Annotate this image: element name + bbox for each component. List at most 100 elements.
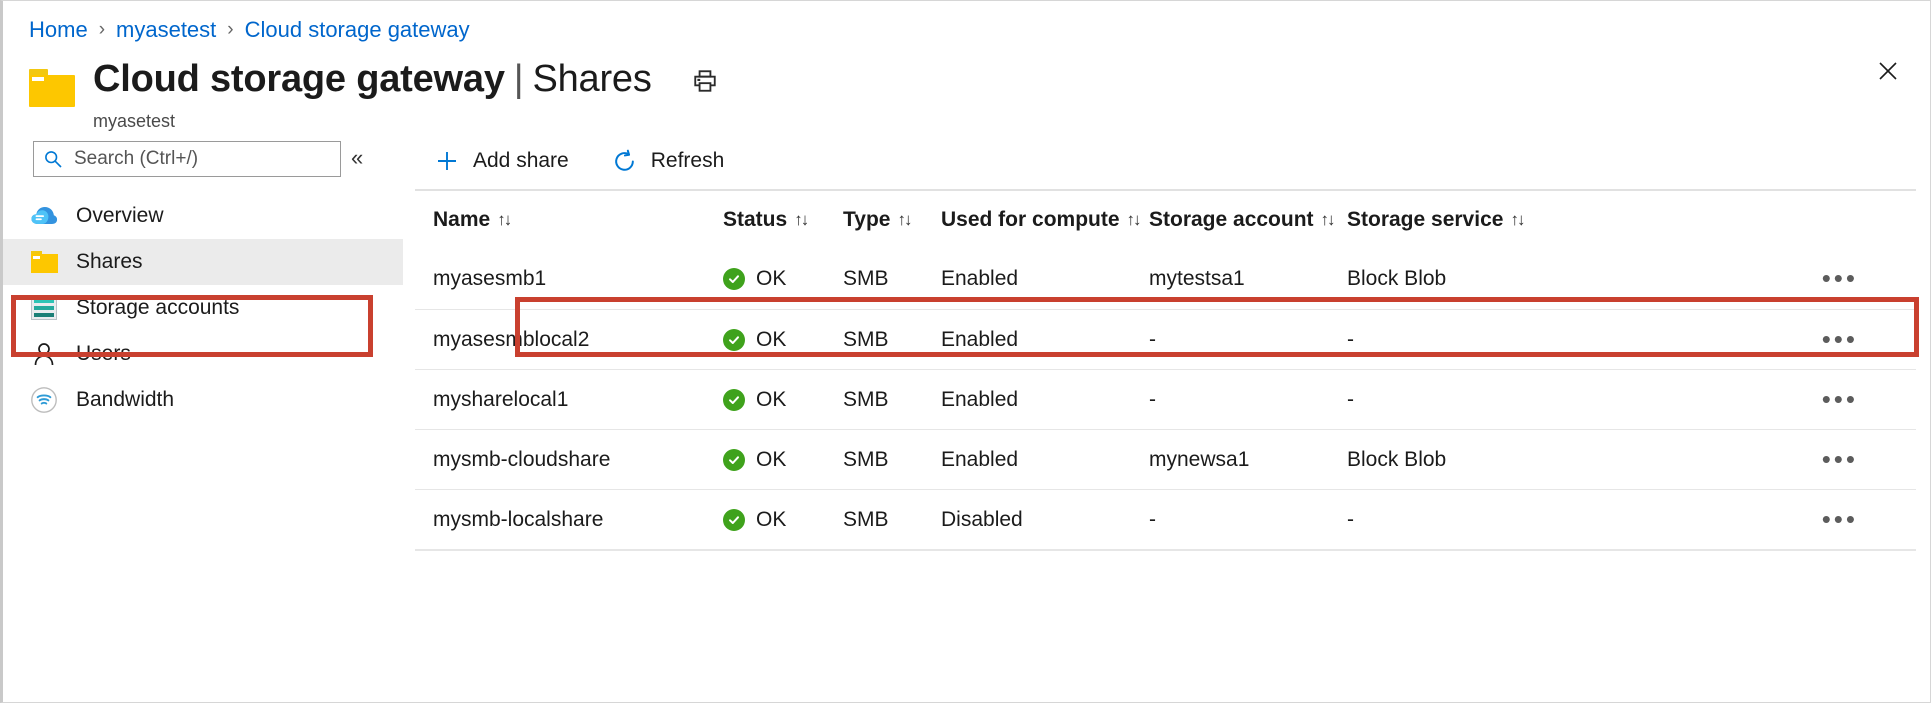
search-input[interactable] [72, 147, 331, 171]
sidebar-item-overview[interactable]: Overview [3, 193, 403, 239]
column-header-label: Status [723, 208, 787, 232]
sidebar-item-label: Storage accounts [76, 296, 239, 320]
row-context-menu-button[interactable]: ••• [1822, 332, 1858, 348]
cell-used-for-compute: Enabled [941, 388, 1149, 412]
table-row[interactable]: mysmb-cloudshareOKSMBEnabledmynewsa1Bloc… [415, 429, 1916, 489]
close-icon[interactable] [1868, 51, 1908, 91]
sort-icon[interactable]: ↑↓ [1127, 210, 1140, 230]
status-label: OK [756, 448, 786, 472]
cell-used-for-compute: Disabled [941, 508, 1149, 532]
cell-status: OK [723, 448, 843, 472]
cell-actions: ••• [1547, 332, 1916, 348]
portal-blade: Home › myasetest › Cloud storage gateway… [0, 0, 1931, 703]
column-header-status[interactable]: Status ↑↓ [723, 208, 843, 232]
page-title: Cloud storage gateway | Shares [93, 56, 718, 103]
cell-storage-service: - [1347, 388, 1547, 412]
column-header-type[interactable]: Type ↑↓ [843, 208, 941, 232]
cell-used-for-compute: Enabled [941, 267, 1149, 291]
cell-storage-account: - [1149, 328, 1347, 352]
status-ok-icon [723, 509, 745, 531]
breadcrumb-item-myasetest[interactable]: myasetest [116, 17, 216, 43]
row-context-menu-button[interactable]: ••• [1822, 392, 1858, 408]
sort-icon[interactable]: ↑↓ [1510, 210, 1523, 230]
status-ok-icon [723, 449, 745, 471]
column-header-label: Storage account [1149, 208, 1314, 232]
command-toolbar: Add share Refresh [429, 139, 762, 183]
cell-storage-service: Block Blob [1347, 267, 1547, 291]
cell-type: SMB [843, 508, 941, 532]
table-row[interactable]: myasesmblocal2OKSMBEnabled--••• [415, 309, 1916, 369]
add-share-button[interactable]: Add share [429, 143, 573, 179]
search-icon [43, 149, 63, 169]
column-header-label: Storage service [1347, 208, 1503, 232]
cell-name: myasesmb1 [433, 267, 723, 291]
page-title-section: Shares [532, 59, 651, 100]
row-context-menu-button[interactable]: ••• [1822, 271, 1858, 287]
breadcrumb-separator: › [99, 19, 105, 41]
cell-used-for-compute: Enabled [941, 448, 1149, 472]
sidebar-item-users[interactable]: Users [3, 331, 403, 377]
sort-icon[interactable]: ↑↓ [897, 210, 910, 230]
cell-name: myasesmblocal2 [433, 328, 723, 352]
folder-icon [29, 247, 59, 277]
table-body: myasesmb1OKSMBEnabledmytestsa1Block Blob… [415, 249, 1916, 549]
cell-name: mysharelocal1 [433, 388, 723, 412]
cell-name: mysmb-localshare [433, 508, 723, 532]
breadcrumb-item-home[interactable]: Home [29, 17, 88, 43]
column-header-label: Used for compute [941, 208, 1120, 232]
table-row[interactable]: mysharelocal1OKSMBEnabled--••• [415, 369, 1916, 429]
refresh-icon [611, 147, 639, 175]
user-icon [29, 339, 59, 369]
sidebar-nav-list: Overview Shares Storage accounts [3, 193, 403, 423]
cell-storage-account: mytestsa1 [1149, 267, 1347, 291]
row-context-menu-button[interactable]: ••• [1822, 512, 1858, 528]
sidebar-item-label: Shares [76, 250, 143, 274]
column-header-storage-account[interactable]: Storage account ↑↓ [1149, 208, 1347, 232]
refresh-button[interactable]: Refresh [607, 143, 729, 179]
cell-actions: ••• [1547, 392, 1916, 408]
sidebar-item-shares[interactable]: Shares [3, 239, 403, 285]
search-box[interactable] [33, 141, 341, 177]
refresh-label: Refresh [651, 149, 725, 173]
storage-icon [29, 293, 59, 323]
column-header-label: Type [843, 208, 890, 232]
sort-icon[interactable]: ↑↓ [1321, 210, 1334, 230]
cell-status: OK [723, 267, 843, 291]
add-share-label: Add share [473, 149, 569, 173]
table-row[interactable]: myasesmb1OKSMBEnabledmytestsa1Block Blob… [415, 249, 1916, 309]
sidebar-item-label: Overview [76, 204, 164, 228]
cell-storage-service: - [1347, 328, 1547, 352]
column-header-storage-service[interactable]: Storage service ↑↓ [1347, 208, 1547, 232]
cell-type: SMB [843, 328, 941, 352]
row-context-menu-button[interactable]: ••• [1822, 452, 1858, 468]
table-row[interactable]: mysmb-localshareOKSMBDisabled--••• [415, 489, 1916, 549]
wifi-icon [29, 385, 59, 415]
page-title-resource: Cloud storage gateway [93, 59, 505, 100]
folder-icon [29, 69, 75, 107]
cell-status: OK [723, 388, 843, 412]
sidebar-item-bandwidth[interactable]: Bandwidth [3, 377, 403, 423]
sort-icon[interactable]: ↑↓ [794, 210, 807, 230]
collapse-sidebar-button[interactable]: « [351, 147, 360, 169]
cell-used-for-compute: Enabled [941, 328, 1149, 352]
breadcrumb-item-cloud-storage-gateway[interactable]: Cloud storage gateway [245, 17, 470, 43]
cell-actions: ••• [1547, 512, 1916, 528]
sidebar-item-label: Users [76, 342, 131, 366]
page-title-block: Cloud storage gateway | Shares myasetest [93, 56, 718, 132]
table-header-row: Name ↑↓ Status ↑↓ Type ↑↓ Used for compu… [415, 191, 1916, 249]
cell-actions: ••• [1547, 452, 1916, 468]
column-header-name[interactable]: Name ↑↓ [433, 208, 723, 232]
cell-storage-account: mynewsa1 [1149, 448, 1347, 472]
cell-storage-service: - [1347, 508, 1547, 532]
cell-storage-service: Block Blob [1347, 448, 1547, 472]
printer-icon[interactable] [692, 62, 718, 103]
sort-icon[interactable]: ↑↓ [497, 210, 510, 230]
page-title-row: Cloud storage gateway | Shares myasetest [29, 56, 718, 132]
sidebar-item-label: Bandwidth [76, 388, 174, 412]
cell-type: SMB [843, 388, 941, 412]
cell-status: OK [723, 328, 843, 352]
column-header-used-for-compute[interactable]: Used for compute ↑↓ [941, 208, 1149, 232]
status-ok-icon [723, 389, 745, 411]
cell-storage-account: - [1149, 388, 1347, 412]
sidebar-item-storage-accounts[interactable]: Storage accounts [3, 285, 403, 331]
